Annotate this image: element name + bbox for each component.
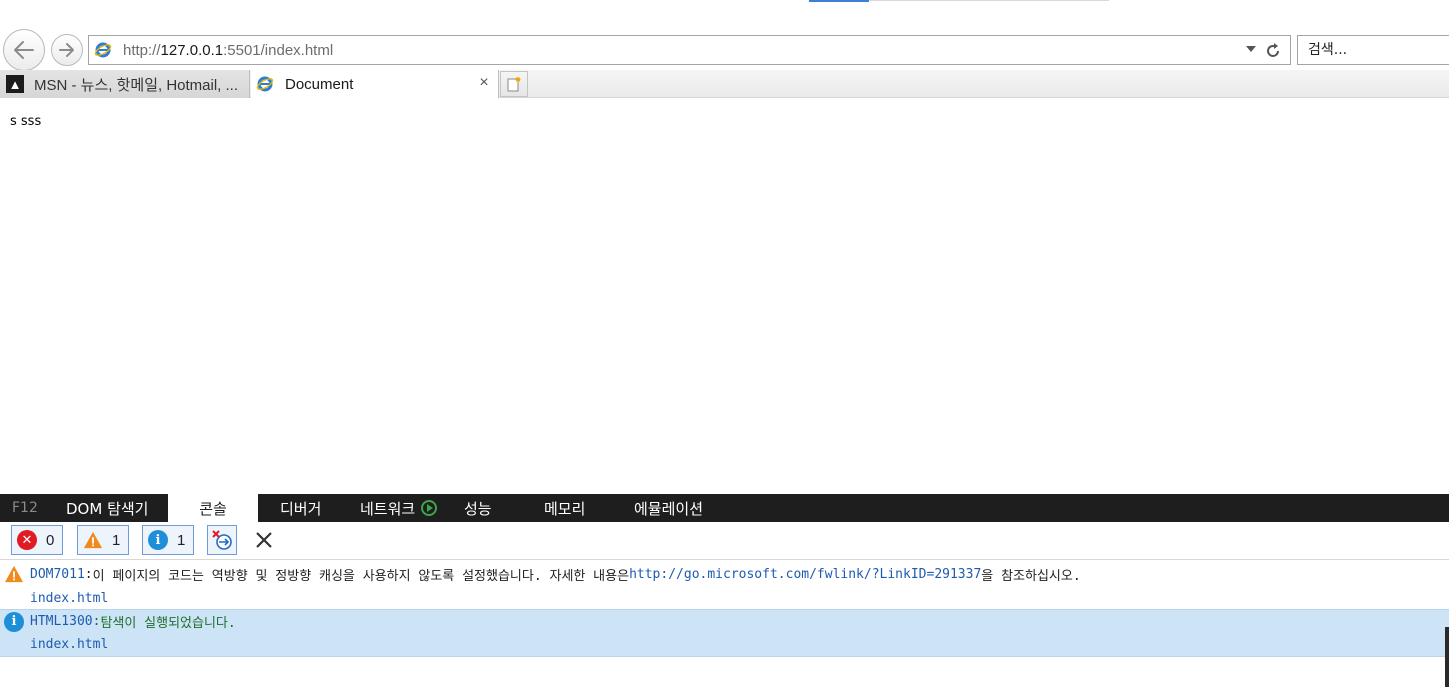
tab-network[interactable]: 네트워크	[338, 494, 454, 522]
tab-row: ▲ MSN - 뉴스, 핫메일, Hotmail, ... Document ×	[0, 70, 1449, 98]
top-divider-line	[869, 0, 1109, 1]
warning-icon	[5, 565, 23, 583]
close-icon	[256, 532, 272, 548]
warning-icon	[83, 531, 103, 549]
tab-debugger[interactable]: 디버거	[258, 494, 338, 522]
source-link[interactable]: index.html	[30, 637, 108, 652]
error-icon: ✕	[17, 530, 37, 550]
tab-emulation[interactable]: 에뮬레이션	[618, 494, 728, 522]
address-bar[interactable]: http://127.0.0.1:5501/index.html	[88, 35, 1291, 65]
console-message-info[interactable]: i HTML1300: 탐색이 실행되었습니다.	[0, 609, 1449, 633]
tab-label: Document	[285, 75, 354, 93]
back-arrow-icon	[14, 41, 34, 59]
console-message-source: index.html	[0, 633, 1449, 657]
message-suffix: 을 참조하십시오.	[981, 568, 1081, 584]
console-message-source: index.html	[0, 586, 1449, 610]
msn-icon: ▲	[6, 75, 24, 93]
forward-arrow-icon	[59, 43, 74, 57]
message-link[interactable]: http://go.microsoft.com/fwlink/?LinkID=2…	[629, 567, 981, 582]
warning-count: 1	[112, 531, 121, 549]
chevron-down-icon[interactable]	[1246, 46, 1256, 52]
close-icon[interactable]: ×	[476, 75, 492, 91]
message-text: 탐색이 실행되었습니다.	[100, 616, 236, 631]
tab-performance[interactable]: 성능	[454, 494, 528, 522]
info-count: 1	[177, 531, 186, 549]
refresh-icon[interactable]	[1262, 40, 1284, 62]
forward-button[interactable]	[51, 34, 83, 66]
info-icon: i	[4, 611, 24, 632]
new-tab-icon	[507, 77, 521, 92]
error-count: 0	[46, 531, 55, 549]
filter-info-button[interactable]: i 1	[142, 525, 194, 555]
tab-network-label: 네트워크	[360, 499, 416, 518]
tab-msn[interactable]: ▲ MSN - 뉴스, 핫메일, Hotmail, ...	[0, 70, 250, 98]
clear-on-navigate-button[interactable]	[207, 525, 237, 555]
back-button[interactable]	[3, 29, 45, 71]
console-message-warning[interactable]: DOM7011: 이 페이지의 코드는 역방향 및 정방향 캐싱을 사용하지 않…	[0, 562, 1449, 586]
ie-icon	[255, 74, 275, 94]
source-link[interactable]: index.html	[30, 591, 108, 606]
search-box[interactable]	[1297, 35, 1449, 65]
search-input[interactable]	[1308, 42, 1438, 58]
top-strip	[0, 0, 1449, 34]
tab-dom-explorer[interactable]: DOM 탐색기	[56, 494, 168, 522]
tab-document[interactable]: Document ×	[251, 70, 499, 98]
play-icon[interactable]	[421, 500, 438, 516]
tab-label: MSN - 뉴스, 핫메일, Hotmail, ...	[34, 76, 239, 94]
clear-console-button[interactable]	[252, 528, 276, 552]
devtools-tab-bar: F12 DOM 탐색기 콘솔 디버거 네트워크 성능 메모리 에뮬레이션	[0, 494, 1449, 522]
devtools-f12-label: F12	[12, 500, 38, 516]
message-text: 이 페이지의 코드는 역방향 및 정방향 캐싱을 사용하지 않도록 설정했습니다…	[92, 568, 630, 584]
ie-icon	[93, 40, 113, 60]
url-text[interactable]: http://127.0.0.1:5501/index.html	[123, 42, 333, 59]
tab-memory[interactable]: 메모리	[528, 494, 618, 522]
message-code: HTML1300	[30, 614, 93, 629]
new-tab-button[interactable]	[500, 71, 528, 97]
message-code: DOM7011	[30, 566, 85, 582]
page-content-text: s sss	[10, 114, 42, 129]
filter-errors-button[interactable]: ✕ 0	[11, 525, 63, 555]
clear-on-navigate-icon	[212, 530, 232, 550]
tab-console[interactable]: 콘솔	[168, 494, 258, 522]
top-accent-line	[809, 0, 869, 2]
scrollbar[interactable]	[1445, 627, 1449, 687]
filter-warnings-button[interactable]: 1	[77, 525, 129, 555]
info-icon: i	[148, 530, 168, 550]
console-toolbar: ✕ 0 1 i 1	[0, 522, 1449, 560]
message-separator: :	[92, 614, 101, 629]
message-separator: :	[84, 566, 93, 582]
